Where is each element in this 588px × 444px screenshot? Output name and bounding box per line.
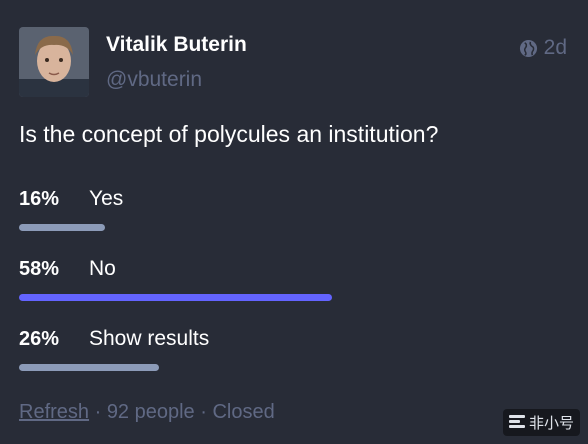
avatar[interactable] (19, 27, 89, 97)
poll-option-show-results: 26% Show results (19, 327, 559, 371)
watermark-logo-icon (508, 414, 525, 432)
poll-state: Closed (212, 401, 275, 423)
poll-option-bar (19, 224, 105, 231)
poll-option-no: 58% No (19, 257, 559, 301)
poll-footer: Refresh · 92 people · Closed (19, 401, 275, 424)
poll-option-bar (19, 294, 332, 301)
watermark-text: 非小号 (528, 415, 574, 432)
timestamp[interactable]: 2d (544, 36, 567, 60)
poll-option-percent: 58% (19, 258, 60, 280)
status-meta[interactable]: 2d (519, 36, 567, 60)
poll-option-percent: 16% (19, 188, 60, 210)
poll-option-label: No (89, 257, 116, 280)
voter-count: 92 people (106, 401, 195, 423)
poll-option-percent: 26% (19, 328, 60, 350)
status-content: Is the concept of polycules an instituti… (19, 121, 439, 147)
watermark: 非小号 (502, 409, 580, 436)
footer-separator: · (194, 401, 213, 423)
poll-option-label: Yes (89, 187, 124, 210)
poll-option-yes: 16% Yes (19, 187, 559, 231)
globe-icon (519, 39, 538, 58)
account-handle[interactable]: @vbuterin (106, 68, 202, 92)
display-name[interactable]: Vitalik Buterin (106, 33, 247, 57)
footer-separator: · (89, 401, 107, 423)
poll-option-label: Show results (89, 327, 210, 350)
refresh-link[interactable]: Refresh (19, 401, 89, 423)
poll-option-bar (19, 364, 159, 371)
